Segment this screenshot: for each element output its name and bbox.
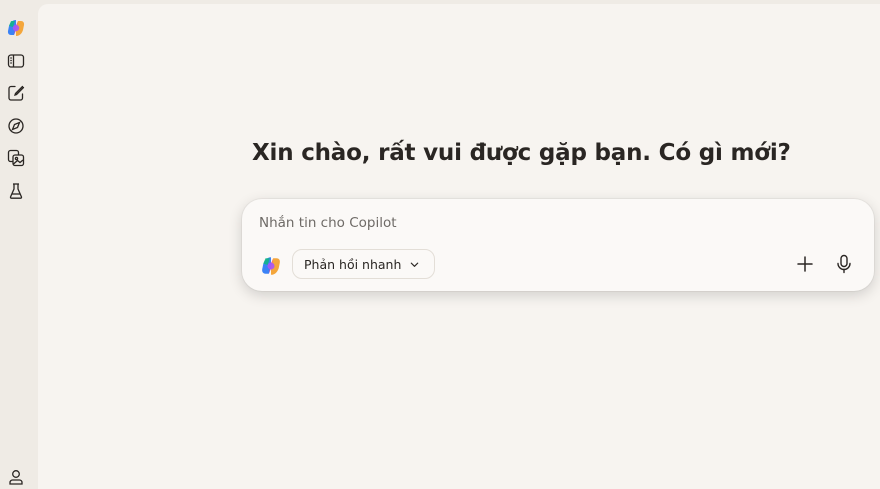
copilot-logo-icon xyxy=(260,255,282,277)
copilot-app: Xin chào, rất vui được gặp bạn. Có gì mớ… xyxy=(0,0,880,489)
chevron-down-icon xyxy=(409,255,420,274)
user-profile-icon[interactable] xyxy=(6,467,26,487)
plus-icon xyxy=(796,255,814,277)
sidebar xyxy=(0,0,36,489)
main-panel: Xin chào, rất vui được gặp bạn. Có gì mớ… xyxy=(38,4,880,489)
voice-input-button[interactable] xyxy=(832,254,856,278)
greeting-heading: Xin chào, rất vui được gặp bạn. Có gì mớ… xyxy=(252,140,791,166)
message-input[interactable] xyxy=(259,212,779,234)
copilot-logo-icon[interactable] xyxy=(6,18,26,38)
add-attachment-button[interactable] xyxy=(793,254,817,278)
message-composer: Phản hồi nhanh xyxy=(242,199,874,291)
image-gallery-icon[interactable] xyxy=(6,148,26,168)
microphone-icon xyxy=(835,254,853,278)
new-chat-icon[interactable] xyxy=(6,83,26,103)
response-mode-selector[interactable]: Phản hồi nhanh xyxy=(292,249,436,279)
response-mode-label: Phản hồi nhanh xyxy=(304,256,402,272)
labs-flask-icon[interactable] xyxy=(6,181,26,201)
sidebar-toggle-icon[interactable] xyxy=(6,51,26,71)
discover-icon[interactable] xyxy=(6,116,26,136)
